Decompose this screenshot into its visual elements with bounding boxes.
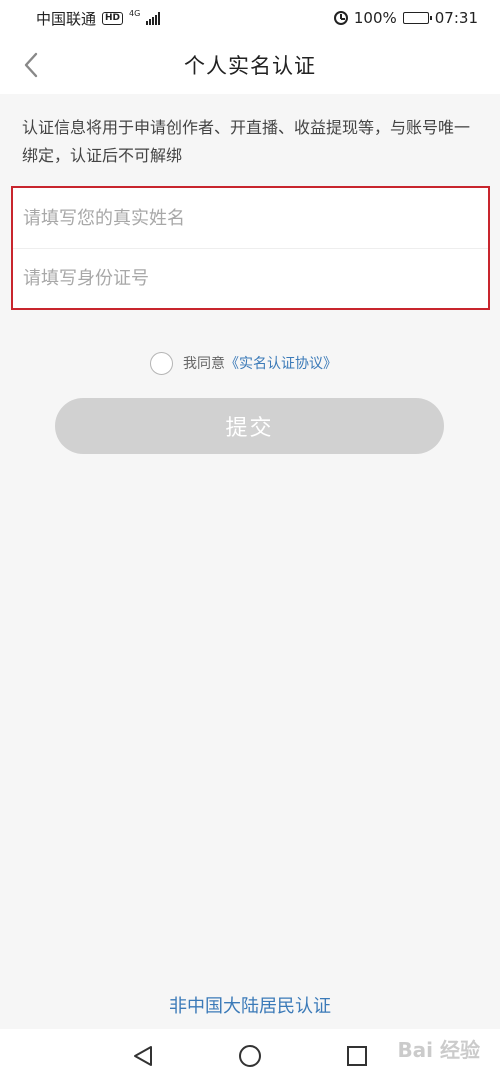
alarm-icon [333,11,348,25]
hd-badge: HD [102,11,124,25]
agree-checkbox[interactable] [150,351,173,375]
page-title: 个人实名认证 [184,54,316,78]
agreement-row: 我同意《实名认证协议》 [150,350,337,376]
network-type: 4G [129,8,141,18]
circle-home-icon [238,1045,261,1067]
baidu-watermark: Bai 经验 [397,1038,480,1062]
signal-icon [146,11,161,25]
status-right: 100% 07:31 [333,9,478,27]
status-bar: 中国联通 HD 4G 100% 07:31 [0,0,500,36]
battery-icon [402,12,432,24]
id-number-input[interactable] [23,268,488,289]
identity-form [11,186,490,310]
triangle-back-icon [134,1046,153,1066]
id-field-row [13,248,488,308]
chevron-left-icon [24,52,38,78]
info-text: 认证信息将用于申请创作者、开直播、收益提现等，与账号唯一绑定，认证后不可解绑 [22,118,471,165]
system-recent-button[interactable] [337,1036,377,1076]
system-home-button[interactable] [230,1036,270,1076]
agree-prefix: 我同意 [183,356,225,372]
header: 个人实名认证 [0,36,500,94]
back-button[interactable] [14,48,48,82]
clock: 07:31 [434,9,478,27]
carrier-name: 中国联通 [36,9,97,28]
agreement-link[interactable]: 《实名认证协议》 [225,356,337,372]
real-name-input[interactable] [23,207,488,229]
submit-button[interactable]: 提交 [55,398,444,454]
battery-percent: 100% [353,9,397,27]
name-field-row [13,188,488,248]
status-left: 中国联通 HD 4G [36,8,161,29]
system-back-button[interactable] [123,1036,163,1076]
non-mainland-link[interactable]: 非中国大陆居民认证 [0,992,500,1018]
square-recent-icon [346,1046,367,1066]
